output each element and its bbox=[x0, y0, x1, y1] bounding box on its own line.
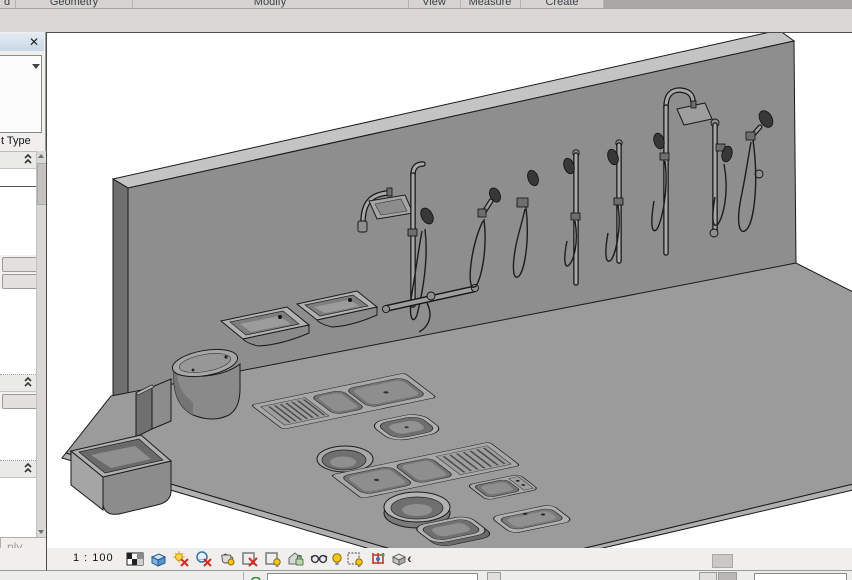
palette-scrollbar[interactable] bbox=[36, 151, 46, 537]
ribbon-separator bbox=[460, 0, 461, 8]
show-rendering-dialog-icon[interactable] bbox=[218, 550, 236, 568]
edit-button[interactable] bbox=[2, 274, 38, 289]
property-row[interactable] bbox=[0, 495, 36, 513]
property-row[interactable] bbox=[0, 204, 36, 222]
property-row[interactable] bbox=[0, 306, 36, 324]
reveal-hidden-elements-icon[interactable] bbox=[331, 550, 341, 568]
shadows-off-icon[interactable] bbox=[195, 550, 213, 568]
workset-field[interactable] bbox=[267, 573, 478, 580]
property-row[interactable] bbox=[0, 409, 36, 427]
workset-refresh-icon[interactable] bbox=[251, 572, 262, 580]
properties-palette: ✕ t Type bbox=[0, 32, 46, 560]
palette-title-bar[interactable]: ✕ bbox=[0, 33, 44, 51]
property-row[interactable] bbox=[0, 340, 36, 358]
status-bar bbox=[0, 571, 852, 580]
visual-style-icon[interactable] bbox=[149, 550, 167, 568]
horizontal-scrollbar-thumb[interactable] bbox=[712, 554, 733, 568]
scroll-down-icon[interactable] bbox=[38, 530, 44, 534]
application-window: d Geometry Modify View Measure Create ✕ … bbox=[0, 0, 852, 580]
property-row[interactable] bbox=[0, 426, 36, 444]
scale-button[interactable]: 1 : 100 bbox=[73, 552, 114, 564]
property-row[interactable] bbox=[0, 357, 36, 375]
highlight-displacement-sets-icon[interactable] bbox=[390, 550, 408, 568]
close-icon[interactable]: ✕ bbox=[29, 35, 39, 49]
property-row[interactable] bbox=[0, 478, 36, 496]
ribbon-separator bbox=[15, 0, 16, 8]
design-option-field[interactable] bbox=[754, 573, 847, 580]
collapse-section-icon[interactable] bbox=[23, 153, 33, 166]
sun-path-off-icon[interactable] bbox=[172, 550, 190, 568]
section-header-row[interactable] bbox=[0, 152, 36, 169]
chevron-down-icon[interactable] bbox=[32, 64, 40, 69]
property-row[interactable] bbox=[0, 323, 36, 341]
unlocked-view-icon[interactable] bbox=[287, 550, 305, 568]
section-header-row[interactable] bbox=[0, 461, 36, 478]
property-grid bbox=[0, 151, 36, 538]
ribbon-panel-modify[interactable]: Modify bbox=[134, 0, 406, 8]
ribbon-separator bbox=[132, 0, 133, 8]
property-row[interactable] bbox=[0, 512, 36, 530]
property-row[interactable] bbox=[0, 238, 36, 256]
status-button[interactable] bbox=[699, 572, 717, 580]
property-row[interactable] bbox=[0, 169, 36, 187]
view-control-bar: 1 : 100 ‹ bbox=[46, 548, 852, 571]
temporary-hide-isolate-icon[interactable] bbox=[310, 550, 328, 568]
detail-level-icon[interactable] bbox=[126, 550, 144, 568]
property-row[interactable] bbox=[0, 272, 36, 290]
options-bar bbox=[0, 9, 852, 33]
property-row[interactable] bbox=[0, 187, 36, 205]
edit-button[interactable] bbox=[2, 394, 38, 409]
property-row[interactable] bbox=[0, 392, 36, 410]
ribbon-separator bbox=[408, 0, 409, 8]
property-row[interactable] bbox=[0, 289, 36, 307]
ribbon-separator bbox=[520, 0, 521, 8]
property-row[interactable] bbox=[0, 255, 36, 273]
edit-button[interactable] bbox=[2, 257, 38, 272]
crop-view-off-icon[interactable] bbox=[241, 550, 259, 568]
drawing-area[interactable]: .ln{stroke:#1a1a1a;stroke-width:1;} .rai… bbox=[46, 32, 852, 549]
show-crop-region-icon[interactable] bbox=[264, 550, 282, 568]
analytical-model-icon[interactable] bbox=[369, 550, 387, 568]
ribbon-clipped-label: d bbox=[0, 0, 14, 8]
ribbon-panel-view[interactable]: View bbox=[410, 0, 458, 8]
ribbon-panel-measure[interactable]: Measure bbox=[462, 0, 518, 8]
scroll-left-icon[interactable]: ‹ bbox=[407, 550, 412, 566]
viewport-3d[interactable]: .ln{stroke:#1a1a1a;stroke-width:1;} .rai… bbox=[47, 33, 852, 548]
status-button[interactable] bbox=[718, 572, 737, 580]
scroll-up-icon[interactable] bbox=[38, 154, 44, 158]
edit-type-button[interactable]: t Type bbox=[1, 135, 31, 147]
status-button[interactable] bbox=[487, 572, 501, 580]
collapse-section-icon[interactable] bbox=[23, 376, 33, 389]
property-row[interactable] bbox=[0, 221, 36, 239]
ribbon-right-filler bbox=[604, 0, 852, 8]
section-header-row[interactable] bbox=[0, 375, 36, 392]
view-control-bar-left bbox=[0, 548, 46, 571]
collapse-section-icon[interactable] bbox=[23, 462, 33, 475]
ribbon-panel-create[interactable]: Create bbox=[522, 0, 602, 8]
ribbon-panel-geometry[interactable]: Geometry bbox=[18, 0, 130, 8]
property-row[interactable] bbox=[0, 443, 36, 461]
status-separator bbox=[243, 572, 244, 580]
temporary-view-properties-icon[interactable] bbox=[346, 550, 364, 568]
